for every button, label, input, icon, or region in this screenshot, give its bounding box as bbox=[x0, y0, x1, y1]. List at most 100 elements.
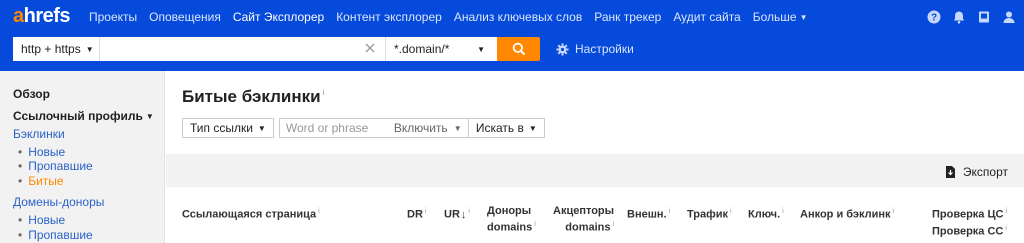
sidebar-item-backlinks[interactable]: Бэклинки bbox=[13, 127, 65, 141]
col-anchor-backlink[interactable]: Анкор и бэклинк i bbox=[800, 205, 894, 222]
export-icon bbox=[945, 166, 955, 178]
col-label: Внешн. bbox=[627, 208, 667, 221]
toolbar-band bbox=[166, 154, 1024, 187]
bullet: • bbox=[18, 228, 23, 242]
sidebar-item-backlinks-lost[interactable]: • Пропавшие bbox=[18, 159, 93, 173]
info-icon[interactable]: i bbox=[782, 208, 784, 215]
table-header: Ссылающаяся страница i DR i UR↓ i Доноры dom… bbox=[166, 187, 1024, 243]
protocol-value: http + https bbox=[21, 42, 81, 56]
col-dr[interactable]: DR i bbox=[407, 205, 426, 222]
target-input[interactable] bbox=[100, 37, 355, 61]
info-icon[interactable]: i bbox=[613, 221, 615, 228]
page-title-text: Битые бэклинки bbox=[182, 87, 321, 106]
col-keywords[interactable]: Ключ. i bbox=[748, 205, 784, 222]
protocol-select[interactable]: http + https ▼ bbox=[13, 37, 100, 61]
info-icon[interactable]: i bbox=[318, 208, 320, 215]
sidebar-item-backlinks-new[interactable]: • Новые bbox=[18, 145, 65, 159]
ahrefs-logo[interactable]: ahrefs bbox=[13, 5, 71, 28]
link-type-filter[interactable]: Тип ссылки ▼ bbox=[182, 118, 274, 138]
nav-site-explorer[interactable]: Сайт Эксплорер bbox=[233, 10, 324, 24]
nav-more[interactable]: Больше ▼ bbox=[753, 10, 808, 24]
export-button[interactable]: Экспорт bbox=[945, 165, 1008, 179]
search-in-filter[interactable]: Искать в ▼ bbox=[468, 118, 545, 138]
svg-text:?: ? bbox=[930, 12, 936, 23]
gear-icon bbox=[556, 42, 569, 56]
help-icon[interactable]: ? bbox=[926, 9, 941, 24]
sidebar: Обзор Ссылочный профиль ▼ Бэклинки • Новые… bbox=[0, 71, 165, 243]
settings-button[interactable]: Настройки bbox=[556, 42, 634, 56]
info-icon[interactable]: i bbox=[1005, 225, 1007, 232]
user-icon[interactable] bbox=[1001, 9, 1016, 24]
col-label: Проверка СС bbox=[932, 225, 1004, 238]
chevron-down-icon: ▼ bbox=[477, 45, 485, 54]
sidebar-item-label: Пропавшие bbox=[28, 228, 93, 242]
col-label: Ключ. bbox=[748, 208, 781, 221]
sidebar-item-ref-domains[interactable]: Домены-доноры bbox=[13, 195, 104, 209]
bullet: • bbox=[18, 159, 23, 173]
col-label: Доноры bbox=[487, 205, 532, 217]
nav-site-audit[interactable]: Аудит сайта bbox=[673, 10, 740, 24]
col-external[interactable]: Внешн. i bbox=[627, 205, 670, 222]
sidebar-backlink-profile[interactable]: Ссылочный профиль ▼ bbox=[13, 109, 154, 123]
col-donor-domains[interactable]: Доноры domains i bbox=[487, 205, 536, 235]
include-select[interactable]: Включить bbox=[394, 121, 448, 135]
col-label: Трафик bbox=[687, 208, 729, 221]
col-label: domains bbox=[487, 221, 533, 234]
info-icon[interactable]: i bbox=[425, 208, 427, 215]
col-label: Анкор и бэклинк bbox=[800, 208, 891, 221]
nav-projects[interactable]: Проекты bbox=[89, 10, 137, 24]
header-icons: ? bbox=[926, 9, 1016, 24]
nav-keywords-explorer[interactable]: Анализ ключевых слов bbox=[454, 10, 582, 24]
phrase-input[interactable] bbox=[279, 121, 390, 135]
chevron-down-icon: ▼ bbox=[257, 123, 266, 133]
col-traffic[interactable]: Трафик i bbox=[687, 205, 732, 222]
info-icon[interactable]: i bbox=[730, 208, 732, 215]
link-type-label: Тип ссылки bbox=[190, 121, 253, 135]
sidebar-item-label: Битые bbox=[28, 174, 64, 188]
main-content: Битые бэклинкиi Тип ссылки▼ Включить ▼ И… bbox=[166, 71, 1024, 243]
sidebar-item-label: Новые bbox=[28, 145, 66, 159]
sort-desc-icon: ↓ bbox=[460, 208, 467, 221]
nav-content-explorer[interactable]: Контент эксплорер bbox=[336, 10, 442, 24]
export-label: Экспорт bbox=[962, 165, 1008, 179]
mode-select[interactable]: *.domain/* ▼ bbox=[385, 37, 497, 61]
search-bar: http + https ▼ *.domain/* ▼ bbox=[13, 37, 540, 61]
mode-value: *.domain/* bbox=[394, 42, 450, 56]
col-label: domains bbox=[565, 221, 611, 234]
col-label: Ссылающаяся страница bbox=[182, 208, 317, 221]
col-check[interactable]: Проверка ЦС i Проверка СС i bbox=[932, 205, 1007, 238]
sidebar-item-backlinks-broken[interactable]: • Битые bbox=[18, 174, 64, 188]
sidebar-item-label: Пропавшие bbox=[28, 159, 93, 173]
chevron-down-icon: ▼ bbox=[145, 112, 154, 121]
info-icon[interactable]: i bbox=[468, 208, 470, 215]
info-icon[interactable]: i bbox=[323, 88, 325, 97]
col-acceptor-domains[interactable]: Акцепторы domains i bbox=[553, 205, 614, 235]
settings-label: Настройки bbox=[575, 42, 634, 56]
page-title: Битые бэклинки i bbox=[182, 87, 324, 107]
info-icon[interactable]: i bbox=[1005, 208, 1007, 215]
nav-rank-tracker[interactable]: Ранк трекер bbox=[594, 10, 661, 24]
target-field bbox=[100, 37, 385, 61]
chevron-down-icon: ▼ bbox=[528, 123, 537, 133]
col-label: DR bbox=[407, 208, 423, 221]
sidebar-item-ref-domains-new[interactable]: • Новые bbox=[18, 213, 65, 227]
info-icon[interactable]: i bbox=[534, 221, 536, 228]
info-icon[interactable]: i bbox=[893, 208, 895, 215]
top-header: ahrefs Проекты Оповещения Сайт Эксплорер… bbox=[0, 0, 1024, 71]
search-in-label: Искать в bbox=[475, 121, 524, 135]
nav-more-label: Больше bbox=[752, 10, 797, 24]
col-referring-page[interactable]: Ссылающаяся страница i bbox=[182, 205, 320, 222]
bell-icon[interactable] bbox=[951, 9, 966, 24]
filters-row: Тип ссылки ▼ Включить ▼ Искать в ▼ bbox=[182, 118, 545, 138]
nav-alerts[interactable]: Оповещения bbox=[149, 10, 221, 24]
book-icon[interactable] bbox=[976, 9, 991, 24]
sidebar-item-ref-domains-lost[interactable]: • Пропавшие bbox=[18, 228, 93, 242]
search-icon bbox=[512, 42, 525, 56]
clear-icon[interactable] bbox=[363, 41, 377, 55]
search-button[interactable] bbox=[497, 37, 540, 61]
col-label: Акцепторы bbox=[553, 205, 615, 217]
info-icon[interactable]: i bbox=[669, 208, 671, 215]
sidebar-overview[interactable]: Обзор bbox=[13, 87, 50, 101]
col-label: UR bbox=[444, 208, 460, 221]
col-ur[interactable]: UR↓ i bbox=[444, 205, 470, 222]
